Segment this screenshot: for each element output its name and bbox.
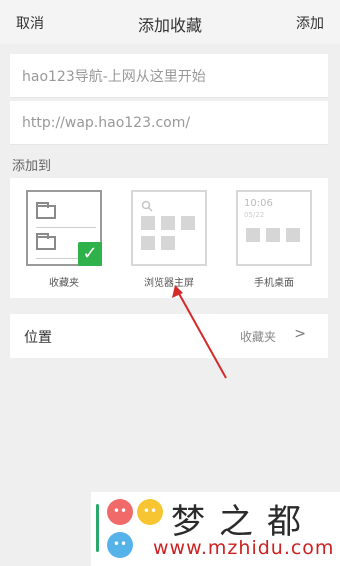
app-tile: [246, 228, 260, 242]
watermark-url: www.mzhidu.com: [153, 537, 335, 559]
app-tile: [286, 228, 300, 242]
check-icon: ✓: [78, 242, 102, 266]
watermark: •• •• •• 梦之都 www.mzhidu.com: [91, 492, 340, 566]
folder-icon: [36, 202, 56, 219]
smiley-icon: ••: [107, 499, 133, 525]
page-title: 添加收藏: [137, 16, 202, 35]
desktop-clock: 10:06: [244, 198, 273, 209]
option-label: 浏览器主屏: [144, 278, 194, 289]
position-label: 位置: [24, 330, 52, 346]
title-input[interactable]: [10, 54, 328, 97]
folder-icon: [36, 233, 56, 250]
browser-home-card[interactable]: [131, 190, 207, 266]
top-bar: 取消 添加收藏 添加: [0, 0, 340, 44]
position-row[interactable]: 位置 收藏夹 >: [10, 314, 328, 358]
app-tile: [141, 236, 155, 250]
option-browser-home[interactable]: 浏览器主屏: [131, 190, 207, 290]
title-field[interactable]: [10, 54, 328, 98]
app-tile: [161, 216, 175, 230]
search-icon: [141, 200, 201, 212]
option-label: 收藏夹: [49, 278, 79, 289]
url-field[interactable]: [10, 101, 328, 145]
phone-desktop-card[interactable]: 10:06 05/22: [236, 190, 312, 266]
option-label: 手机桌面: [254, 278, 294, 289]
url-input[interactable]: [10, 101, 328, 144]
smiley-icon: ••: [137, 499, 163, 525]
add-to-options: ✓ 收藏夹 浏览器主屏 10:06 05/22 手机桌面: [10, 178, 328, 298]
chevron-right-icon: >: [294, 326, 306, 342]
option-phone-desktop[interactable]: 10:06 05/22 手机桌面: [236, 190, 312, 290]
watermark-bar: [96, 504, 99, 552]
smiley-icon: ••: [107, 532, 133, 558]
app-tile: [266, 228, 280, 242]
divider-line: [36, 227, 96, 228]
add-button[interactable]: 添加: [296, 13, 324, 33]
app-tile: [141, 216, 155, 230]
add-to-label: 添加到: [12, 159, 52, 174]
position-value: 收藏夹: [239, 330, 276, 344]
watermark-title: 梦之都: [171, 502, 315, 542]
desktop-date: 05/22: [244, 211, 265, 219]
app-tile: [161, 236, 175, 250]
bookmarks-card[interactable]: ✓: [26, 190, 102, 266]
app-tile: [181, 216, 195, 230]
option-bookmarks[interactable]: ✓ 收藏夹: [26, 190, 102, 290]
